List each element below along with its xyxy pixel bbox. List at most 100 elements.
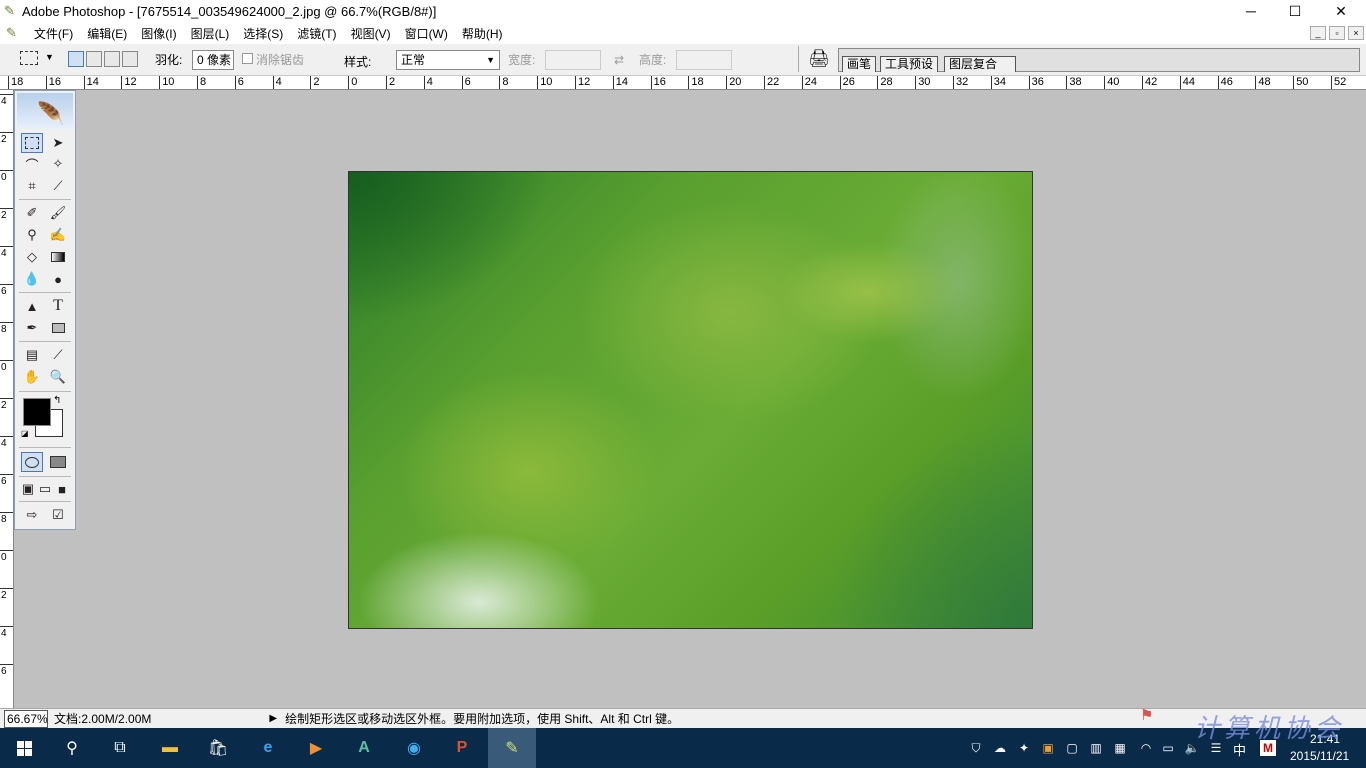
menu-view[interactable]: 视图(V) [344, 25, 398, 42]
menu-help[interactable]: 帮助(H) [455, 25, 510, 42]
eraser-tool-icon[interactable]: ◇ [21, 247, 43, 267]
battery-icon[interactable]: ▭ [1160, 740, 1176, 756]
gradient-tool-icon[interactable] [47, 247, 69, 267]
dodge-tool-icon[interactable]: ● [47, 269, 69, 289]
minimize-button[interactable]: ─ [1228, 0, 1274, 22]
wifi-icon[interactable]: ◠ [1138, 740, 1154, 756]
blur-tool-icon[interactable]: 💧 [21, 269, 43, 289]
full-screen-menu-icon[interactable]: ▭ [36, 479, 54, 499]
brush-tool-icon[interactable]: 🖌 [47, 203, 69, 223]
menu-window[interactable]: 窗口(W) [398, 25, 455, 42]
ruler-tick [272, 76, 274, 89]
palette-tab-tool-presets[interactable]: 工具预设 [880, 56, 939, 72]
antialias-checkbox[interactable] [242, 53, 253, 64]
notes-tool-icon[interactable]: ▤ [21, 345, 43, 365]
tray-app-icon[interactable]: ▣ [1040, 740, 1056, 756]
feather-input[interactable]: 0 像素 [192, 50, 234, 70]
standard-screen-icon[interactable]: ▣ [19, 479, 37, 499]
style-select[interactable]: 正常 ▼ [396, 50, 500, 70]
slice-tool-icon[interactable]: ⟋ [47, 176, 69, 196]
close-button[interactable]: ✕ [1318, 0, 1364, 22]
path-selection-tool-icon[interactable]: ▲ [21, 296, 43, 316]
taskbar: ⚲ ⧉ ▬ 🛍 e ▶ A ◉ P ✎ ⛉ ☁ ✦ ▣ ▢ ▥ ▦ ◠ ▭ 🔈 … [0, 728, 1366, 768]
foreground-color-swatch[interactable] [23, 398, 51, 426]
tray-app2-icon[interactable]: ▢ [1064, 740, 1080, 756]
ruler-tick [688, 76, 690, 89]
doc-restore-button[interactable]: ▫ [1329, 26, 1345, 40]
cloud-icon[interactable]: ☁ [992, 740, 1008, 756]
swap-icon[interactable]: ⇄ [614, 52, 624, 68]
rectangle-tool-icon[interactable] [47, 318, 69, 338]
menu-edit[interactable]: 编辑(E) [80, 25, 134, 42]
default-colors-icon[interactable]: ◪ [21, 429, 29, 438]
menu-select[interactable]: 选择(S) [236, 25, 290, 42]
width-input[interactable] [545, 50, 601, 70]
photoshop-taskbar-icon[interactable]: ✎ [488, 728, 536, 768]
height-input[interactable] [676, 50, 732, 70]
edge-icon[interactable]: e [244, 728, 292, 768]
lasso-tool-icon[interactable]: ⌒ [21, 154, 43, 174]
marquee-preset-icon[interactable] [20, 51, 38, 65]
network-app-icon[interactable]: ✦ [1016, 740, 1032, 756]
standard-mode-icon[interactable] [21, 452, 43, 472]
doc-minimize-button[interactable]: _ [1310, 26, 1326, 40]
healing-brush-tool-icon[interactable]: ✐ [21, 203, 43, 223]
tray-app3-icon[interactable]: ▥ [1088, 740, 1104, 756]
ruler-tick-label: 4 [1, 248, 7, 259]
clock-date[interactable]: 2015/11/21 [1290, 749, 1349, 763]
menu-filter[interactable]: 滤镜(T) [290, 25, 343, 42]
zoom-tool-icon[interactable]: 🔍 [47, 367, 69, 387]
quick-mask-mode-icon[interactable] [47, 452, 69, 472]
eyedropper-tool-icon[interactable]: ⟋ [47, 345, 69, 365]
shield-icon[interactable]: ⛉ [968, 740, 984, 756]
start-button[interactable] [0, 728, 48, 768]
tray-app4-icon[interactable]: ▦ [1112, 740, 1128, 756]
add-selection-icon[interactable] [86, 51, 102, 67]
ruler-tick-label: 10 [540, 76, 553, 88]
palette-tab-layer-comps[interactable]: 图层复合 [944, 56, 1017, 72]
menu-layer[interactable]: 图层(L) [184, 25, 237, 42]
zoom-field[interactable]: 66.67% [4, 709, 48, 728]
task-view-icon[interactable]: ⧉ [96, 728, 144, 768]
play-icon[interactable]: ▶ [269, 713, 277, 724]
ruler-tick-label: 2 [313, 76, 320, 88]
chevron-down-icon[interactable]: ▼ [45, 52, 54, 62]
ruler-tick-label: 6 [1, 476, 7, 487]
app-icon[interactable]: A [340, 728, 388, 768]
ruler-tick-label: 6 [237, 76, 244, 88]
history-brush-tool-icon[interactable]: ✍ [47, 225, 69, 245]
style-select-value: 正常 [401, 53, 426, 67]
clone-stamp-tool-icon[interactable]: ⚲ [21, 225, 43, 245]
menu-bar: ✎ 文件(F) 编辑(E) 图像(I) 图层(L) 选择(S) 滤镜(T) 视图… [0, 22, 1366, 44]
menu-image[interactable]: 图像(I) [134, 25, 183, 42]
ruler-tick-label: 0 [1, 552, 7, 563]
menu-file[interactable]: 文件(F) [27, 25, 80, 42]
media-player-icon[interactable]: ▶ [292, 728, 340, 768]
jump-to-imageready-icon[interactable]: ⇨ [21, 505, 43, 525]
magic-wand-tool-icon[interactable]: ✧ [47, 154, 69, 174]
pen-tool-icon[interactable]: ✒ [21, 318, 43, 338]
search-icon[interactable]: ⚲ [48, 728, 96, 768]
file-browser-icon[interactable]: 🖨 [808, 49, 830, 69]
edit-imageready-icon[interactable]: ☑ [47, 505, 69, 525]
browser-icon[interactable]: ◉ [390, 728, 438, 768]
maximize-button[interactable]: ☐ [1272, 0, 1318, 22]
store-icon[interactable]: 🛍 [194, 728, 242, 768]
hand-tool-icon[interactable]: ✋ [21, 367, 43, 387]
subtract-selection-icon[interactable] [104, 51, 120, 67]
full-screen-icon[interactable]: ■ [53, 479, 71, 499]
powerpoint-icon[interactable]: P [438, 728, 486, 768]
new-selection-icon[interactable] [68, 51, 84, 67]
intersect-selection-icon[interactable] [122, 51, 138, 67]
marquee-tool-icon[interactable] [21, 133, 43, 153]
move-tool-icon[interactable]: ➤ [47, 133, 69, 153]
document-canvas[interactable] [348, 171, 1033, 629]
type-tool-icon[interactable]: T [47, 296, 69, 316]
swap-colors-icon[interactable]: ↰ [53, 395, 61, 406]
crop-tool-icon[interactable]: ⌗ [21, 176, 43, 196]
file-explorer-icon[interactable]: ▬ [146, 728, 194, 768]
doc-close-button[interactable]: × [1348, 26, 1364, 40]
status-bar: 66.67% 文档:2.00M/2.00M ▶ 绘制矩形选区或移动选区外框。要用… [0, 708, 1366, 728]
palette-tab-brushes[interactable]: 画笔 [842, 56, 877, 72]
ruler-tick-label: 12 [124, 76, 137, 88]
